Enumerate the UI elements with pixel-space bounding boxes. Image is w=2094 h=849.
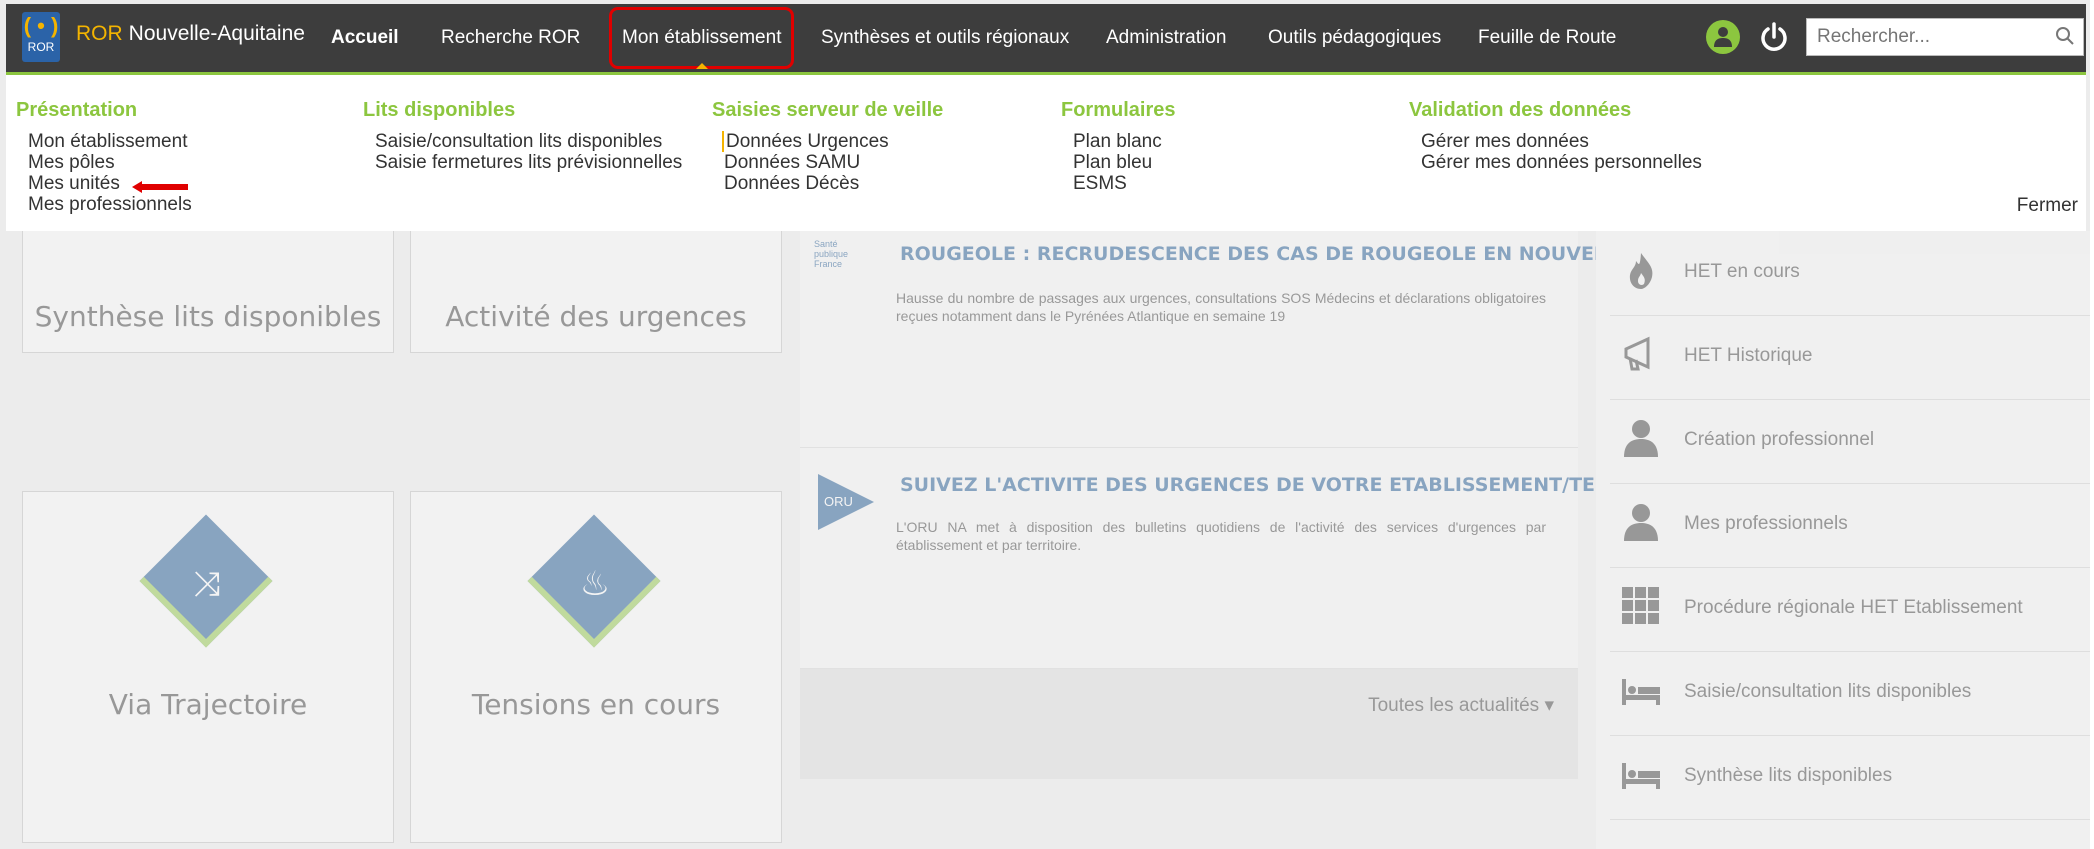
caret-down-icon: ▾ [1544,695,1554,716]
nav-outils-pedagogiques[interactable]: Outils pédagogiques [1268,4,1441,72]
menu-link-gerer-donnees-personnelles[interactable]: Gérer mes données personnelles [1421,152,1702,173]
nav-mon-etablissement[interactable]: Mon établissement [609,7,795,69]
menu-link-mon-etablissement[interactable]: Mon établissement [28,131,192,152]
menu-link-donnees-samu[interactable]: Données SAMU [724,152,943,173]
sidebar-item-synthese-lits[interactable]: Synthèse lits disponibles [1610,735,2090,820]
menu-link-donnees-urgences[interactable]: Données Urgences [722,131,943,152]
news-footer [800,669,1578,779]
sidebar-item-creation-professionnel[interactable]: Création professionnel [1610,399,2090,484]
brand-ror: ROR [76,22,123,45]
close-menu-link[interactable]: Fermer [2017,195,2078,217]
home-content: Synthèse lits disponibles Activité des u… [0,211,2090,849]
bed-icon [1620,753,1662,795]
fire-icon [1620,249,1662,291]
tile-label: Activité des urgences [445,300,747,333]
shuffle-icon: ⤨ [193,565,221,603]
sidebar-item-saisie-lits[interactable]: Saisie/consultation lits disponibles [1610,651,2090,736]
megaphone-icon [1620,333,1662,375]
all-news-link[interactable]: Toutes les actualités ▾ [1368,694,1554,717]
tile-via-trajectoire[interactable]: ⤨ Via Trajectoire [22,491,394,843]
menu-column-serveur-veille: Saisies serveur de veille Données Urgenc… [712,99,943,194]
menu-link-mes-professionnels[interactable]: Mes professionnels [28,194,192,215]
sidebar-label: Procédure régionale HET Etablissement [1684,597,2023,618]
tile-label: Tensions en cours [471,688,721,721]
page-frame: Synthèse lits disponibles Activité des u… [0,0,2090,849]
sidebar-label: Synthèse lits disponibles [1684,765,1893,786]
tile-label: Synthèse lits disponibles [34,300,382,333]
quick-links-sidebar: HET en cours HET Historique Création pro… [1596,231,2090,849]
user-icon [1714,27,1732,47]
menu-column-lits-disponibles: Lits disponibles Saisie/consultation lit… [363,99,682,173]
annotation-arrow-icon [132,181,188,193]
menu-column-title: Présentation [16,99,138,121]
tile-label: Via Trajectoire [108,688,308,721]
power-icon [1761,22,1787,51]
tile-synthese-lits[interactable]: Synthèse lits disponibles [22,211,394,353]
brand-region: Nouvelle-Aquitaine [128,22,305,45]
menu-link-saisie-fermetures-lits[interactable]: Saisie fermetures lits prévisionnelles [375,152,682,173]
sidebar-label: Saisie/consultation lits disponibles [1684,681,1972,702]
news-panel: Santé publique France ROUGEOLE : RECRUDE… [800,231,1632,779]
news-text: Hausse du nombre de passages aux urgence… [896,290,1546,324]
menu-link-plan-bleu[interactable]: Plan bleu [1073,152,1175,173]
menu-column-validation: Validation des données Gérer mes données… [1409,99,1702,173]
oru-logo-text: ORU [824,494,853,509]
menu-column-title: Lits disponibles [363,99,516,121]
sidebar-label: HET en cours [1684,261,1800,282]
user-icon [1620,501,1662,543]
sidebar-item-mes-professionnels[interactable]: Mes professionnels [1610,483,2090,568]
nav-syntheses-outils[interactable]: Synthèses et outils régionaux [821,4,1069,72]
sidebar-label: HET Historique [1684,345,1813,366]
menu-link-saisie-consultation-lits[interactable]: Saisie/consultation lits disponibles [375,131,682,152]
sante-publique-logo: Santé publique France [814,239,849,269]
ror-logo[interactable]: ( • ) ROR [22,12,60,62]
menu-link-esms[interactable]: ESMS [1073,173,1175,194]
sidebar-item-het-en-cours[interactable]: HET en cours [1610,231,2090,316]
news-title[interactable]: ROUGEOLE : RECRUDESCENCE DES CAS DE ROUG… [900,243,1628,265]
nav-accueil[interactable]: Accueil [331,4,399,72]
sidebar-item-procedure-het[interactable]: Procédure régionale HET Etablissement [1610,567,2090,652]
search-input[interactable] [1815,19,2049,55]
news-title[interactable]: SUIVEZ L'ACTIVITE DES URGENCES DE VOTRE … [900,474,1632,496]
fire-icon: ♨ [579,565,611,603]
search-box [1806,18,2084,56]
oru-logo: ORU [814,470,878,539]
search-icon[interactable] [2055,26,2075,51]
menu-link-gerer-mes-donnees[interactable]: Gérer mes données [1421,131,1702,152]
user-account-button[interactable] [1706,20,1740,54]
menu-link-plan-blanc[interactable]: Plan blanc [1073,131,1175,152]
sidebar-item-het-historique[interactable]: HET Historique [1610,315,2090,400]
logo-brackets-icon: ( • ) [23,13,59,38]
sidebar-label: Mes professionnels [1684,513,1848,534]
user-icon [1620,417,1662,459]
nav-administration[interactable]: Administration [1106,4,1226,72]
menu-link-donnees-deces[interactable]: Données Décès [724,173,943,194]
logout-button[interactable] [1758,21,1790,53]
menu-column-presentation: Présentation Mon établissement Mes pôles… [16,99,192,215]
nav-recherche-ror[interactable]: Recherche ROR [441,4,580,72]
tile-tensions-en-cours[interactable]: ♨ Tensions en cours [410,491,782,843]
logo-text: ROR [27,40,55,54]
menu-column-title: Validation des données [1409,99,1632,121]
menu-column-formulaires: Formulaires Plan blanc Plan bleu ESMS [1061,99,1175,194]
bed-icon [1620,669,1662,711]
brand-name[interactable]: ROR Nouvelle-Aquitaine [76,22,305,46]
menu-link-mes-poles[interactable]: Mes pôles [28,152,192,173]
all-news-label: Toutes les actualités [1368,695,1540,716]
news-text: L'ORU NA met à disposition des bulletins… [896,519,1546,553]
menu-column-title: Saisies serveur de veille [712,99,944,121]
news-item[interactable]: ORU SUIVEZ L'ACTIVITE DES URGENCES DE VO… [800,448,1632,669]
nav-feuille-de-route[interactable]: Feuille de Route [1478,4,1616,72]
grid-icon [1620,585,1662,627]
sidebar-label: Création professionnel [1684,429,1875,450]
tile-activite-urgences[interactable]: Activité des urgences [410,211,782,353]
menu-column-title: Formulaires [1061,99,1176,121]
mon-etablissement-dropdown: Présentation Mon établissement Mes pôles… [6,75,2086,231]
news-item[interactable]: Santé publique France ROUGEOLE : RECRUDE… [800,231,1628,448]
top-navbar: ( • ) ROR ROR Nouvelle-Aquitaine Accueil … [6,4,2086,75]
